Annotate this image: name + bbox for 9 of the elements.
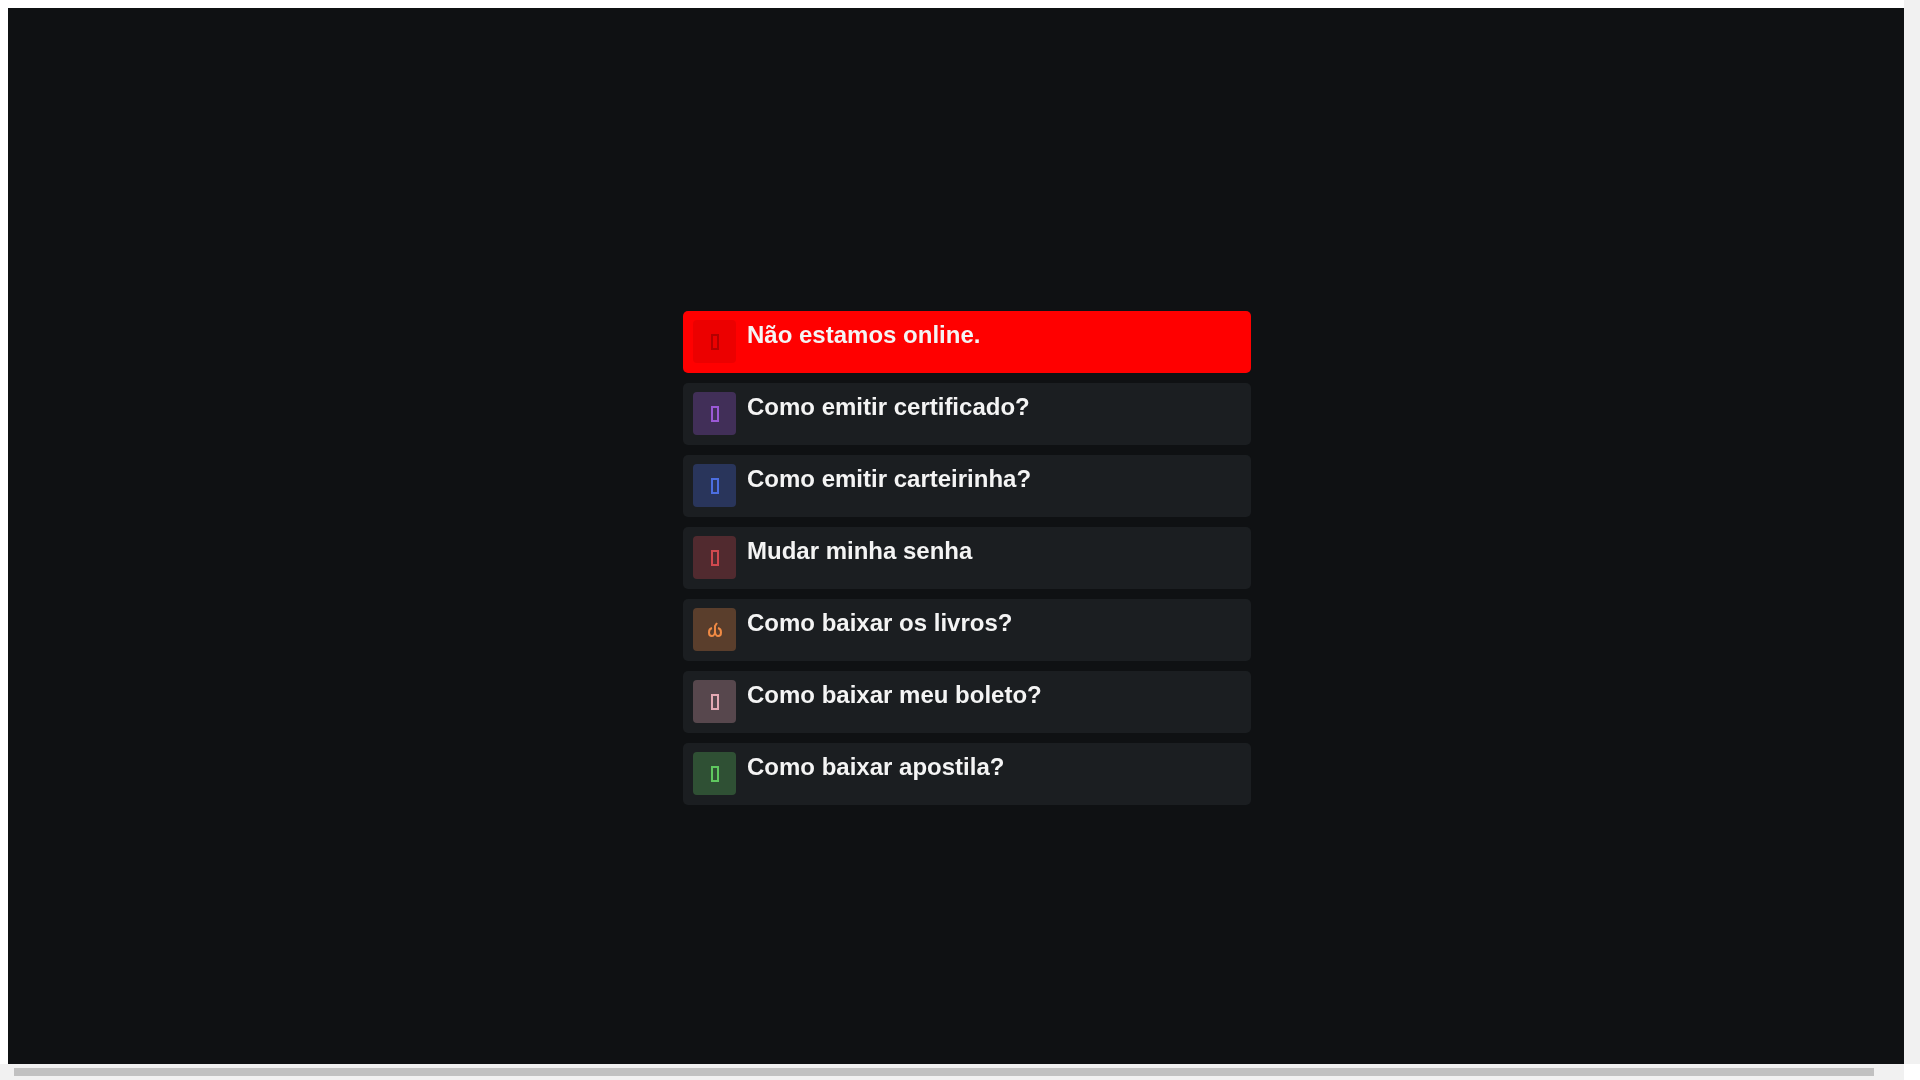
question-button[interactable]: Como baixar apostila? [683,743,1251,805]
question-button[interactable]: Como baixar os livros? [683,599,1251,661]
question-button[interactable]: Como emitir certificado? [683,383,1251,445]
horizontal-scrollbar[interactable] [0,1064,1904,1080]
question-button[interactable]: Como emitir carteirinha? [683,455,1251,517]
status-banner[interactable]: Não estamos online. [683,311,1251,373]
vertical-scrollbar[interactable] [1904,0,1920,1064]
question-button[interactable]: Como baixar meu boleto? [683,671,1251,733]
question-button[interactable]: Mudar minha senha [683,527,1251,589]
